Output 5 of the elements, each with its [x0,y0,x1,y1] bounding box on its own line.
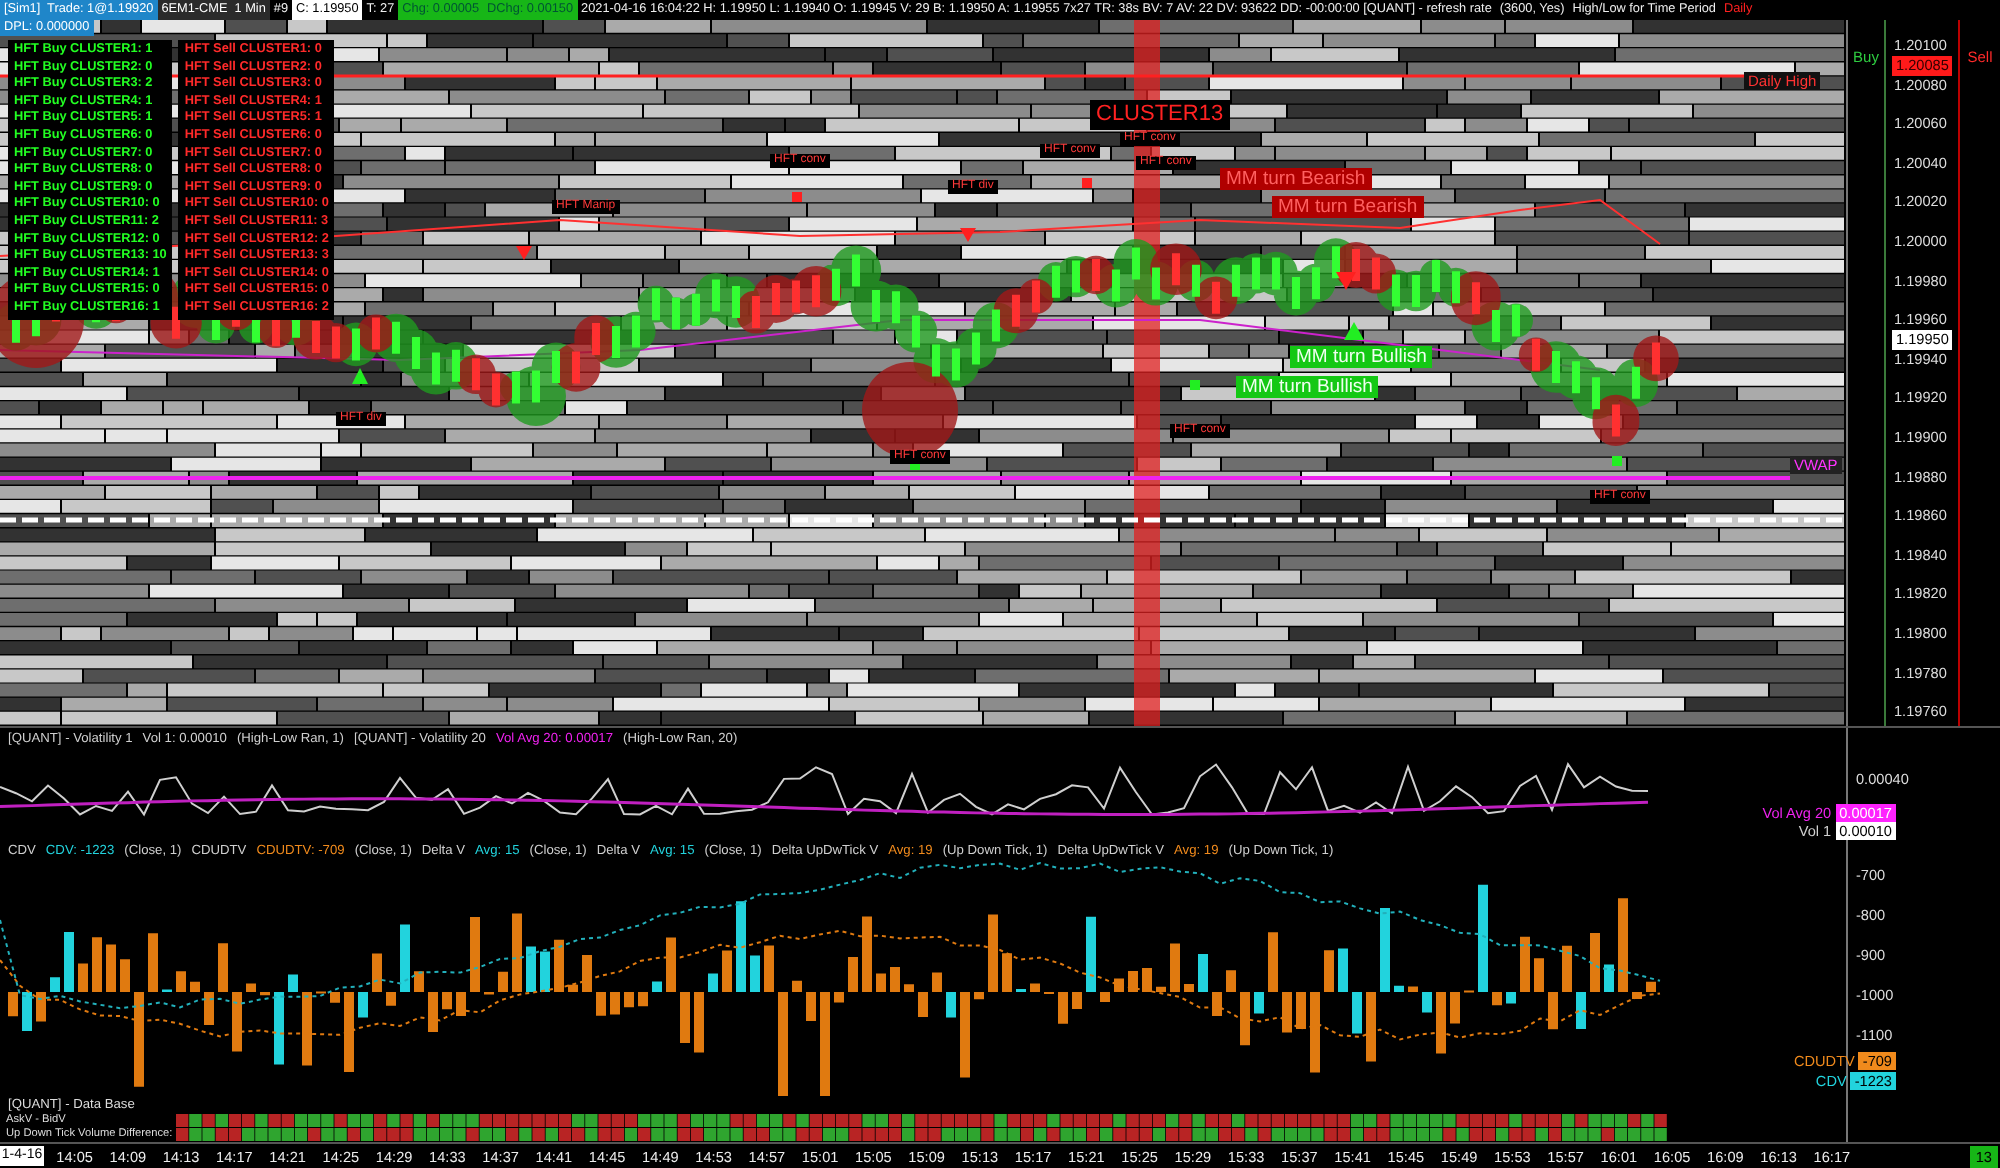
chart-annotation: MM turn Bearish [1272,196,1424,219]
chart-annotation: CLUSTER13 [1090,100,1230,131]
chart-annotation: MM turn Bullish [1236,376,1379,399]
chart-annotation: MM turn Bullish [1290,346,1433,369]
chart-annotation: MM turn Bearish [1220,168,1372,191]
